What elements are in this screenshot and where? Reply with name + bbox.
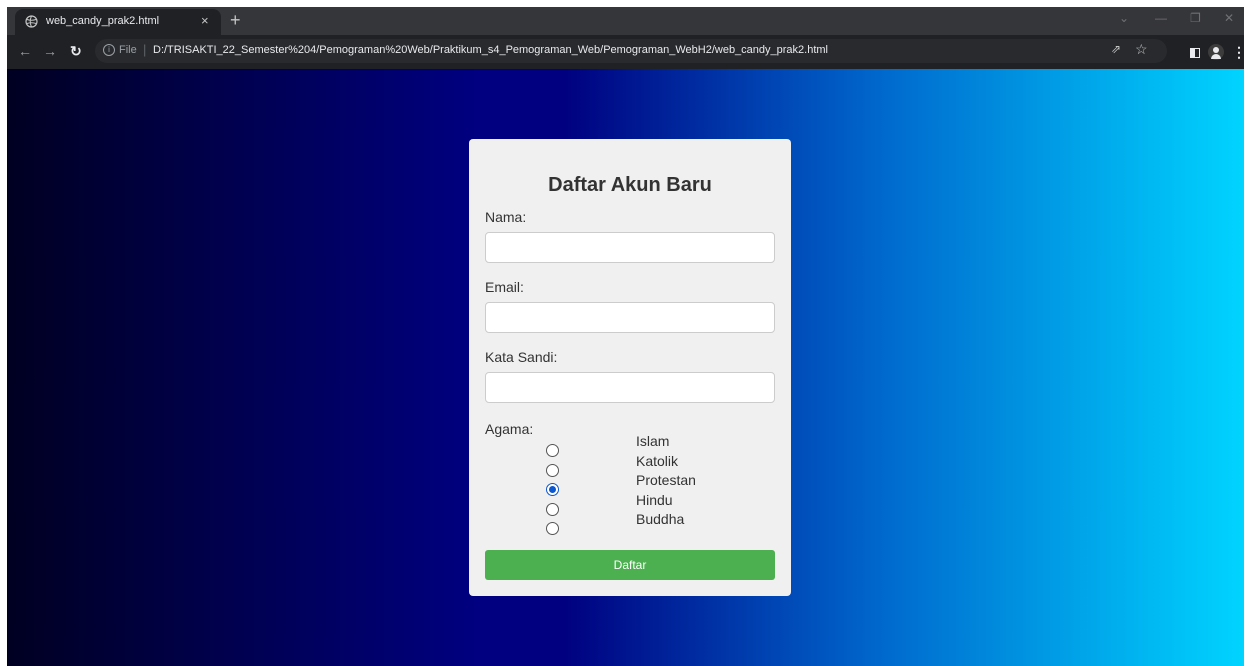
close-window-icon[interactable]: ✕	[1224, 11, 1234, 25]
tab-bar: web_candy_prak2.html × + ⌄ — ❐ ✕	[7, 7, 1244, 35]
forward-icon[interactable]: →	[43, 43, 57, 59]
minimize-icon[interactable]: —	[1155, 11, 1167, 25]
tab-title: web_candy_prak2.html	[46, 15, 160, 27]
email-input[interactable]	[485, 302, 775, 333]
name-label: Nama:	[485, 209, 527, 225]
name-input[interactable]	[485, 232, 775, 263]
reload-icon[interactable]: ↻	[70, 43, 82, 59]
address-bar[interactable]: i File | D:/TRISAKTI_22_Semester%204/Pem…	[95, 39, 1167, 63]
back-icon[interactable]: ←	[18, 43, 32, 59]
screen: web_candy_prak2.html × + ⌄ — ❐ ✕ ← → ↻ i…	[0, 0, 1251, 666]
radio-hindu[interactable]	[546, 502, 559, 516]
radio-buddha[interactable]	[546, 522, 559, 535]
browser-tab[interactable]: web_candy_prak2.html ×	[15, 9, 221, 35]
radio-label-katolik: Katolik	[636, 452, 679, 469]
more-menu-icon[interactable]: ⋮	[1232, 44, 1244, 61]
radio-islam[interactable]	[546, 444, 559, 457]
profile-icon[interactable]	[1208, 44, 1224, 60]
email-label: Email:	[485, 279, 524, 295]
radio-label-hindu: Hindu	[636, 491, 673, 508]
maximize-icon[interactable]: ❐	[1190, 11, 1201, 25]
password-label: Kata Sandi:	[485, 349, 558, 365]
browser-toolbar: ← → ↻ i File | D:/TRISAKTI_22_Semester%2…	[7, 35, 1244, 69]
url-text[interactable]: D:/TRISAKTI_22_Semester%204/Pemograman%2…	[153, 44, 828, 56]
form-title: Daftar Akun Baru	[548, 174, 712, 196]
tab-search-icon[interactable]: ⌄	[1119, 11, 1129, 25]
submit-button[interactable]: Daftar	[485, 550, 775, 580]
radio-protestan[interactable]	[546, 483, 559, 496]
scheme-label: File	[119, 44, 137, 56]
new-tab-icon[interactable]: +	[230, 9, 241, 31]
radio-label-islam: Islam	[636, 433, 670, 449]
url-separator: |	[143, 42, 147, 57]
page-background: Daftar Akun Baru Nama: Email: Kata Sandi…	[7, 69, 1244, 666]
info-icon[interactable]: i	[103, 44, 115, 56]
side-panel-icon[interactable]	[1190, 48, 1200, 58]
browser-window: web_candy_prak2.html × + ⌄ — ❐ ✕ ← → ↻ i…	[7, 7, 1244, 666]
password-input[interactable]	[485, 372, 775, 403]
bookmark-star-icon[interactable]: ☆	[1135, 41, 1148, 58]
radio-label-buddha: Buddha	[636, 511, 685, 527]
globe-icon	[25, 15, 38, 28]
registration-form: Daftar Akun Baru Nama: Email: Kata Sandi…	[469, 139, 791, 596]
religion-label: Agama:	[485, 421, 534, 437]
share-icon[interactable]: ⇗	[1111, 42, 1121, 56]
radio-katolik[interactable]	[546, 463, 559, 477]
radio-label-protestan: Protestan	[636, 472, 696, 488]
tab-close-icon[interactable]: ×	[201, 13, 209, 28]
